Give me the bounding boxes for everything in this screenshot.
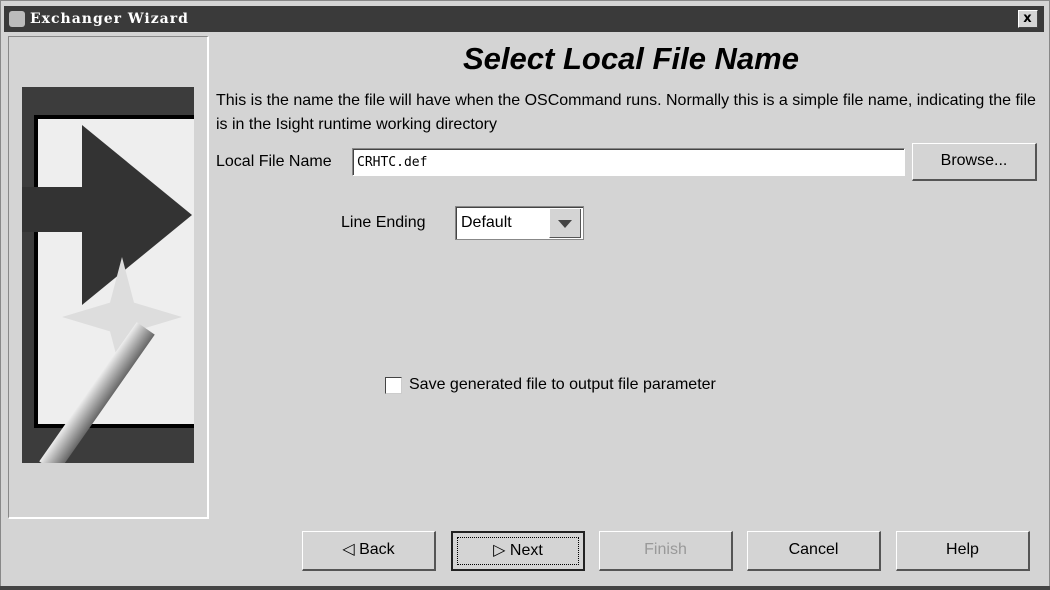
cancel-button[interactable]: Cancel bbox=[747, 531, 881, 571]
back-arrow-icon: ◁ bbox=[342, 541, 360, 558]
bottom-edge bbox=[0, 586, 1050, 590]
focus-ring bbox=[457, 537, 579, 565]
next-button[interactable]: ▷ Next bbox=[451, 531, 585, 571]
wizard-window: Exchanger Wizard x Select Local File Nam… bbox=[0, 0, 1050, 590]
help-button[interactable]: Help bbox=[896, 531, 1030, 571]
title-bar: Exchanger Wizard x bbox=[4, 6, 1044, 32]
browse-button[interactable]: Browse... bbox=[912, 143, 1037, 181]
finish-button[interactable]: Finish bbox=[599, 531, 733, 571]
line-ending-value: Default bbox=[461, 214, 512, 231]
close-button[interactable]: x bbox=[1018, 10, 1038, 28]
app-icon bbox=[9, 11, 25, 27]
line-ending-select[interactable]: Default bbox=[455, 206, 584, 240]
back-button[interactable]: ◁ Back bbox=[302, 531, 436, 571]
wizard-side-panel bbox=[8, 36, 209, 519]
local-file-name-input[interactable]: CRHTC.def bbox=[352, 148, 905, 176]
back-label: Back bbox=[359, 541, 395, 558]
local-file-name-label: Local File Name bbox=[216, 153, 332, 170]
description: This is the name the file will have when… bbox=[216, 92, 1036, 133]
save-file-checkbox-label[interactable]: Save generated file to output file param… bbox=[409, 376, 716, 394]
page-title: Select Local File Name bbox=[463, 41, 799, 76]
window-title: Exchanger Wizard bbox=[30, 11, 189, 27]
wizard-illustration bbox=[22, 87, 194, 463]
line-ending-label: Line Ending bbox=[341, 214, 426, 231]
chevron-down-icon[interactable] bbox=[549, 209, 581, 238]
save-file-checkbox[interactable] bbox=[385, 377, 402, 394]
arrow-icon bbox=[82, 125, 192, 305]
